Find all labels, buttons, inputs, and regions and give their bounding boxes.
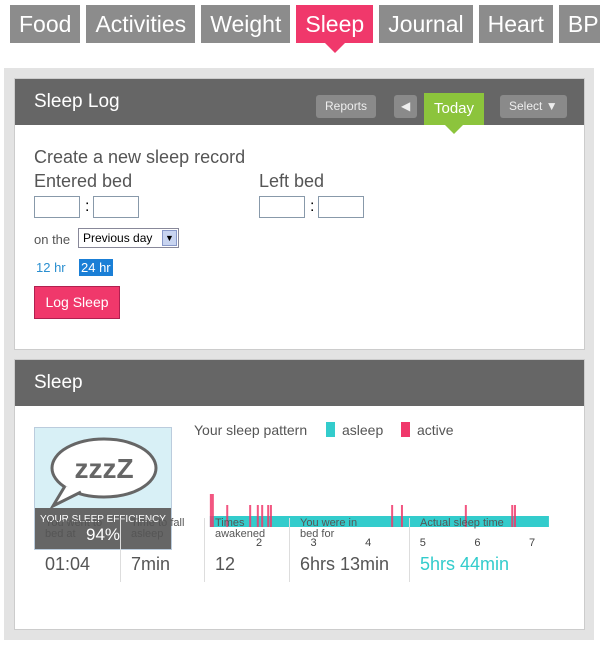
create-title: Create a new sleep record <box>34 147 246 167</box>
day-select[interactable]: Previous day ▼ <box>78 228 179 248</box>
stat-label: You were in bed for <box>300 517 358 540</box>
stat-item: Actual sleep time 5hrs 44min <box>409 518 549 582</box>
log-sleep-button[interactable]: Log Sleep <box>34 286 120 319</box>
day-select-value: Previous day <box>83 231 153 245</box>
reports-button[interactable]: Reports <box>316 95 377 118</box>
entered-bed-label: Entered bed <box>34 171 133 191</box>
tab-journal[interactable]: Journal <box>379 5 473 43</box>
tab-weight[interactable]: Weight <box>201 5 291 43</box>
nav-tabs: Food Activities Weight Sleep Journal Heart BP <box>10 5 600 53</box>
chevron-down-icon: ▼ <box>162 230 177 246</box>
entered-minute-input[interactable] <box>93 196 139 218</box>
content-area: Sleep Log Reports ◀ Today Select ▼ Creat… <box>4 68 594 640</box>
sleep-panel: Sleep zzzZ YOUR SLEEP EFFICIENCY 94% You… <box>14 359 585 630</box>
previous-day-button[interactable]: ◀ <box>394 95 418 118</box>
caret-down-icon: ▼ <box>545 99 558 113</box>
panel-title: Sleep Log <box>34 91 120 112</box>
active-mark <box>391 505 394 527</box>
tab-activities[interactable]: Activities <box>86 5 196 43</box>
chevron-left-icon: ◀ <box>401 99 411 113</box>
today-button[interactable]: Today <box>424 93 484 134</box>
entered-hour-input[interactable] <box>34 196 80 218</box>
stat-label: Actual sleep time <box>420 517 504 529</box>
stat-label: Time to fall asleep <box>131 517 185 540</box>
active-mark <box>400 505 403 527</box>
left-minute-input[interactable] <box>318 196 364 218</box>
stat-item: Time to fall asleep 7min <box>120 518 200 582</box>
stat-value: 5hrs 44min <box>420 554 510 574</box>
24hr-toggle[interactable]: 24 hr <box>79 259 113 276</box>
stat-value: 7min <box>131 554 171 574</box>
stat-item: You were in bed for 6hrs 13min <box>289 517 389 582</box>
stat-value: 01:04 <box>45 554 91 574</box>
on-the-label: on the <box>34 232 71 247</box>
stat-value: 12 <box>215 554 236 574</box>
stat-item: You went to bed at 01:04 <box>35 518 115 582</box>
sleep-log-panel: Sleep Log Reports ◀ Today Select ▼ Creat… <box>14 78 585 350</box>
select-dropdown[interactable]: Select ▼ <box>500 95 567 118</box>
tab-food[interactable]: Food <box>10 5 81 43</box>
stat-item: Times awakened 12 <box>204 518 284 582</box>
sleep-log-header: Sleep Log Reports ◀ Today Select ▼ <box>15 79 584 134</box>
left-bed-label: Left bed <box>259 171 325 191</box>
time-separator: : <box>310 198 315 215</box>
tab-heart[interactable]: Heart <box>478 5 553 43</box>
select-label: Select <box>509 99 543 113</box>
left-hour-input[interactable] <box>259 196 305 218</box>
stat-value: 6hrs 13min <box>300 554 390 574</box>
stat-label: You went to bed at <box>45 517 103 540</box>
12hr-toggle[interactable]: 12 hr <box>36 260 66 275</box>
tab-sleep[interactable]: Sleep <box>296 5 374 53</box>
time-separator: : <box>85 198 90 215</box>
tab-bp[interactable]: BP <box>558 5 600 43</box>
stat-label: Times awakened <box>215 517 266 540</box>
